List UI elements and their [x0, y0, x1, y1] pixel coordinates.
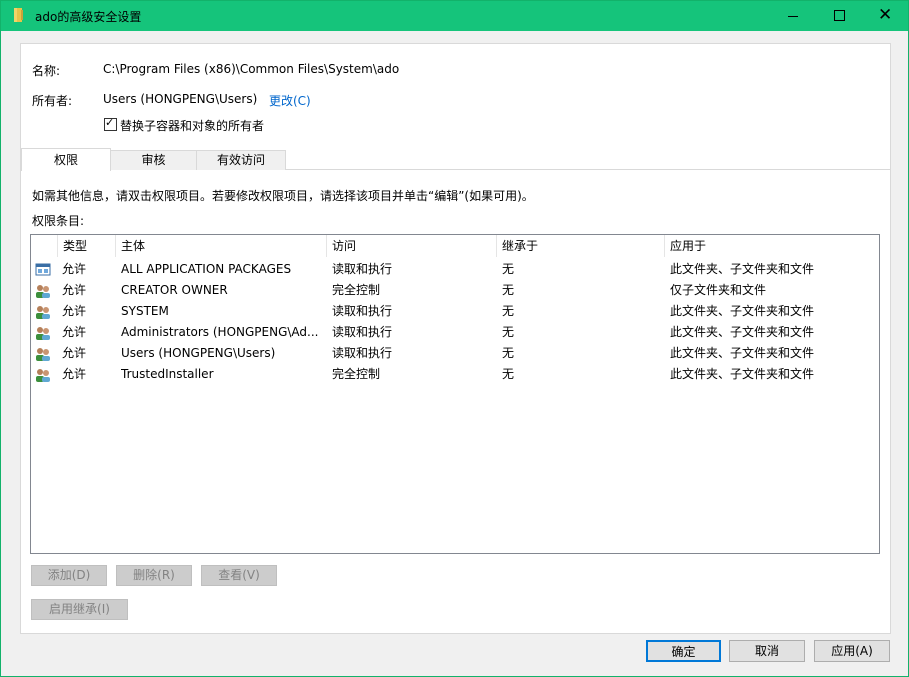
entry-access: 完全控制: [332, 283, 381, 297]
title-bar[interactable]: ado的高级安全设置 ✕: [1, 1, 908, 31]
table-row[interactable]: 允许 Users (HONGPENG\Users) 读取和执行 无 此文件夹、子…: [31, 343, 879, 364]
add-button[interactable]: 添加(D): [31, 565, 107, 586]
close-button[interactable]: ✕: [862, 1, 908, 31]
cancel-button[interactable]: 取消: [729, 640, 805, 662]
security-settings-window: ado的高级安全设置 ✕ 名称: C:\Program Files (x86)\…: [0, 0, 909, 677]
column-header-principal[interactable]: 主体: [116, 235, 327, 257]
column-header-inherited-from[interactable]: 继承于: [497, 235, 665, 257]
table-row[interactable]: 允许 ALL APPLICATION PACKAGES 读取和执行 无 此文件夹…: [31, 259, 879, 280]
entry-principal: ALL APPLICATION PACKAGES: [121, 262, 292, 276]
maximize-icon: [834, 10, 845, 21]
entry-type: 允许: [62, 304, 87, 318]
users-icon: [36, 285, 50, 298]
change-owner-link[interactable]: 更改(C): [269, 92, 311, 109]
entry-inherited-from: 无: [502, 325, 515, 339]
entry-type: 允许: [62, 367, 87, 381]
apply-button[interactable]: 应用(A): [814, 640, 890, 662]
minimize-button[interactable]: [770, 1, 816, 31]
column-header-type[interactable]: 类型: [58, 235, 116, 257]
entry-principal: TrustedInstaller: [121, 367, 214, 381]
main-panel: 名称: C:\Program Files (x86)\Common Files\…: [20, 43, 891, 634]
folder-icon: [14, 8, 23, 22]
table-row[interactable]: 允许 SYSTEM 读取和执行 无 此文件夹、子文件夹和文件: [31, 301, 879, 322]
tab-auditing[interactable]: 审核: [109, 150, 198, 170]
tab-effective-access[interactable]: 有效访问: [196, 150, 286, 170]
entry-access: 读取和执行: [332, 346, 393, 360]
entry-type: 允许: [62, 262, 87, 276]
entries-label: 权限条目:: [32, 214, 85, 228]
window-title: ado的高级安全设置: [35, 10, 142, 24]
entry-access: 完全控制: [332, 367, 381, 381]
permission-entries-list[interactable]: 类型 主体 访问 继承于 应用于 允许 ALL APPLICATION PACK…: [30, 234, 880, 554]
entry-applies-to: 此文件夹、子文件夹和文件: [670, 367, 815, 381]
entry-access: 读取和执行: [332, 325, 393, 339]
enable-inheritance-button[interactable]: 启用继承(I): [31, 599, 128, 620]
column-header-access[interactable]: 访问: [327, 235, 497, 257]
column-header-icon[interactable]: [31, 235, 58, 257]
entry-applies-to: 仅子文件夹和文件: [670, 283, 767, 297]
entry-inherited-from: 无: [502, 262, 515, 276]
table-row[interactable]: 允许 Administrators (HONGPENG\Ad... 读取和执行 …: [31, 322, 879, 343]
minimize-icon: [788, 16, 798, 17]
info-text: 如需其他信息，请双击权限项目。若要修改权限项目，请选择该项目并单击“编辑”(如果…: [32, 189, 534, 203]
entry-type: 允许: [62, 346, 87, 360]
entry-applies-to: 此文件夹、子文件夹和文件: [670, 262, 815, 276]
app-packages-icon: [35, 263, 51, 276]
entry-principal: Administrators (HONGPENG\Ad...: [121, 325, 319, 339]
table-row[interactable]: 允许 TrustedInstaller 完全控制 无 此文件夹、子文件夹和文件: [31, 364, 879, 385]
entry-applies-to: 此文件夹、子文件夹和文件: [670, 325, 815, 339]
object-path: C:\Program Files (x86)\Common Files\Syst…: [103, 62, 400, 76]
entry-principal: Users (HONGPENG\Users): [121, 346, 276, 360]
remove-button[interactable]: 删除(R): [116, 565, 192, 586]
entry-inherited-from: 无: [502, 283, 515, 297]
entry-access: 读取和执行: [332, 262, 393, 276]
view-button[interactable]: 查看(V): [201, 565, 277, 586]
users-icon: [36, 327, 50, 340]
tab-permissions[interactable]: 权限: [21, 148, 111, 171]
checkmark-icon: ✓: [105, 116, 115, 129]
users-icon: [36, 348, 50, 361]
owner-label: 所有者:: [32, 94, 73, 108]
entry-access: 读取和执行: [332, 304, 393, 318]
maximize-button[interactable]: [816, 1, 862, 31]
column-header-applies-to[interactable]: 应用于: [665, 235, 879, 257]
entry-inherited-from: 无: [502, 304, 515, 318]
entry-principal: CREATOR OWNER: [121, 283, 228, 297]
entry-inherited-from: 无: [502, 367, 515, 381]
users-icon: [36, 369, 50, 382]
replace-owner-checkbox[interactable]: ✓: [104, 116, 117, 131]
entry-principal: SYSTEM: [121, 304, 169, 318]
entry-type: 允许: [62, 283, 87, 297]
users-icon: [36, 306, 50, 319]
table-row[interactable]: 允许 CREATOR OWNER 完全控制 无 仅子文件夹和文件: [31, 280, 879, 301]
replace-owner-label[interactable]: 替换子容器和对象的所有者: [120, 117, 264, 134]
owner-value: Users (HONGPENG\Users): [103, 92, 258, 106]
close-icon: ✕: [878, 5, 893, 25]
entry-applies-to: 此文件夹、子文件夹和文件: [670, 304, 815, 318]
entry-type: 允许: [62, 325, 87, 339]
ok-button[interactable]: 确定: [646, 640, 721, 662]
entry-inherited-from: 无: [502, 346, 515, 360]
entry-applies-to: 此文件夹、子文件夹和文件: [670, 346, 815, 360]
name-label: 名称:: [32, 64, 61, 78]
